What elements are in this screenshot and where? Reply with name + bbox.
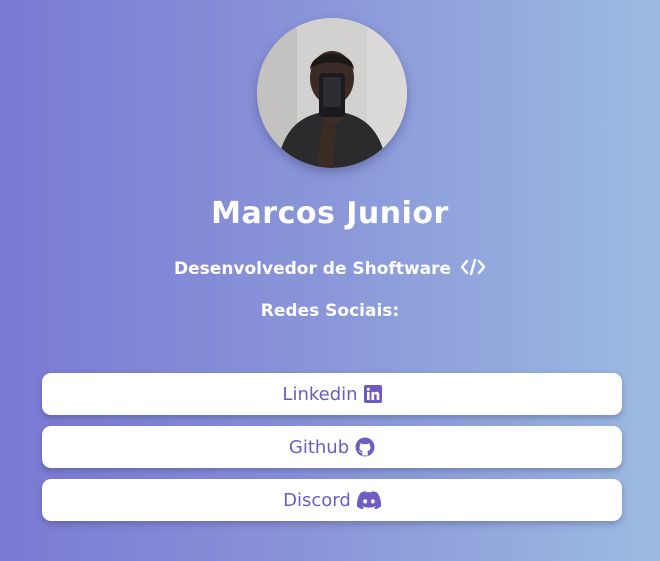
discord-label: Discord: [283, 489, 351, 511]
linkedin-label: Linkedin: [282, 383, 358, 405]
linkedin-button[interactable]: Linkedin: [42, 373, 622, 415]
profile-page: Marcos Junior Desenvolvedor de Shoftware…: [0, 0, 660, 561]
social-heading: Redes Sociais:: [260, 301, 400, 321]
linkedin-icon: [363, 385, 382, 403]
avatar: [257, 18, 407, 168]
profile-photo: [257, 18, 407, 168]
github-label: Github: [288, 436, 350, 458]
discord-button[interactable]: Discord: [42, 479, 622, 521]
github-icon: [355, 437, 375, 457]
profile-role: Desenvolvedor de Shoftware: [0, 258, 660, 279]
github-button[interactable]: Github: [42, 426, 622, 468]
discord-icon: [356, 491, 381, 509]
role-text: Desenvolvedor de Shoftware: [174, 259, 452, 279]
code-icon: [460, 258, 486, 279]
profile-name: Marcos Junior: [211, 196, 449, 231]
